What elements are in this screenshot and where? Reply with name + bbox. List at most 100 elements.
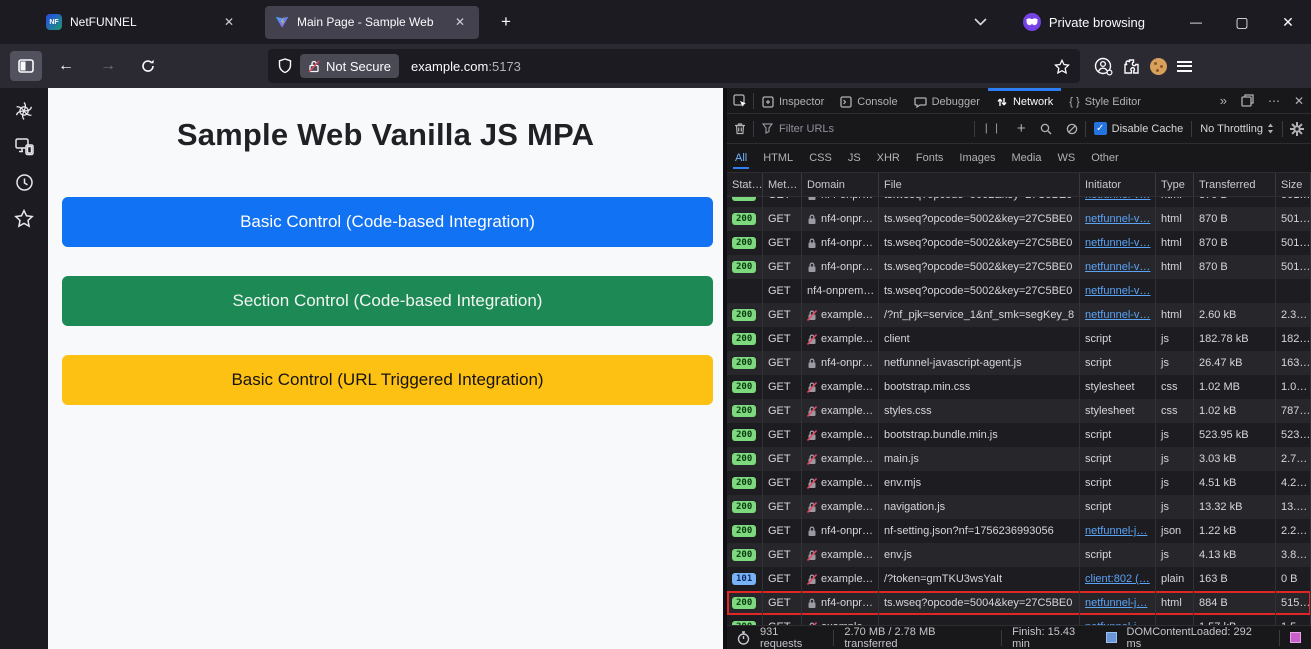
minimize-button[interactable]: —	[1173, 2, 1219, 42]
ai-chatbot-icon[interactable]	[8, 96, 40, 125]
private-browsing-label: Private browsing	[1049, 15, 1145, 30]
cell-status: 200	[727, 423, 763, 447]
filter-js[interactable]: JS	[840, 144, 869, 172]
tab-debugger[interactable]: Debugger	[906, 88, 988, 113]
menu-hamburger-icon[interactable]	[1177, 61, 1192, 72]
cell-initiator: script	[1080, 327, 1156, 351]
network-row[interactable]: 200GETexample.…env.jsscriptjs4.13 kB3.8…	[727, 543, 1311, 567]
column-header[interactable]: Stat…	[727, 173, 763, 196]
filter-other[interactable]: Other	[1083, 144, 1127, 172]
new-tab-button[interactable]: +	[493, 12, 519, 32]
back-button[interactable]: ←	[50, 51, 82, 81]
close-window-button[interactable]: ✕	[1265, 2, 1311, 42]
network-row[interactable]: 200GETexample.…navigation.jsscriptjs13.3…	[727, 495, 1311, 519]
pause-log-icon[interactable]: ❘❘	[975, 123, 1010, 134]
network-row[interactable]: 200GETnf4-onpr…netfunnel-javascript-agen…	[727, 351, 1311, 375]
network-row[interactable]: GETnf4-onprem…ts.wseq?opcode=5002&key=27…	[727, 279, 1311, 303]
column-header[interactable]: Size	[1276, 173, 1311, 196]
reload-button[interactable]	[132, 51, 164, 81]
tab-sample-web[interactable]: Main Page - Sample Web ✕	[265, 6, 479, 39]
basic-control-url-button[interactable]: Basic Control (URL Triggered Integration…	[62, 355, 713, 405]
network-row[interactable]: 200GETexample.…main.jsscriptjs3.03 kB2.7…	[727, 447, 1311, 471]
filter-css[interactable]: CSS	[801, 144, 840, 172]
network-toolbar: Filter URLs ❘❘ + ✓ Disable Cache	[727, 114, 1311, 144]
column-header[interactable]: File	[879, 173, 1080, 196]
cell-status: 200	[727, 255, 763, 279]
extensions-puzzle-icon[interactable]	[1123, 58, 1140, 75]
filter-fonts[interactable]: Fonts	[908, 144, 952, 172]
list-all-tabs-chevron-icon[interactable]	[974, 18, 987, 26]
network-row[interactable]: 200GETnf4-onpr…ts.wseq?opcode=5002&key=2…	[727, 207, 1311, 231]
filter-all[interactable]: All	[727, 144, 755, 172]
column-header[interactable]: Transferred	[1194, 173, 1276, 196]
tab-network[interactable]: Network	[988, 88, 1061, 113]
network-row[interactable]: 200GETexample.…styles.cssstylesheetcss1.…	[727, 399, 1311, 423]
stopwatch-icon[interactable]	[737, 631, 750, 645]
pick-element-icon[interactable]	[727, 88, 753, 113]
security-chip[interactable]: Not Secure	[300, 54, 399, 78]
sidebar-toggle-button[interactable]	[10, 51, 42, 81]
network-row[interactable]: 200GETnf4-onpr…ts.wseq?opcode=5002&key=2…	[727, 197, 1311, 207]
close-devtools-button[interactable]: ✕	[1287, 94, 1311, 108]
network-settings-gear-icon[interactable]	[1283, 122, 1311, 136]
column-header[interactable]: Domain	[802, 173, 879, 196]
more-tabs-chevrons[interactable]: »	[1213, 93, 1234, 108]
initiator-link: netfunnel-j…	[1085, 597, 1147, 609]
network-row[interactable]: 200GETnf4-onpr…ts.wseq?opcode=5002&key=2…	[727, 231, 1311, 255]
filter-xhr[interactable]: XHR	[869, 144, 908, 172]
network-row[interactable]: 200GETexample.…bootstrap.min.cssstyleshe…	[727, 375, 1311, 399]
synced-tabs-icon[interactable]	[8, 132, 40, 161]
network-row-highlighted[interactable]: 200GETnf4-onpr…ts.wseq?opcode=5004&key=2…	[727, 591, 1311, 615]
bookmarks-icon[interactable]	[8, 204, 40, 233]
maximize-button[interactable]: ▢	[1219, 2, 1265, 42]
basic-control-code-button[interactable]: Basic Control (Code-based Integration)	[62, 197, 713, 247]
bookmark-star-icon[interactable]	[1054, 59, 1070, 74]
search-icon[interactable]	[1033, 123, 1059, 135]
tab-inspector[interactable]: Inspector	[754, 88, 832, 113]
filter-media[interactable]: Media	[1003, 144, 1049, 172]
filter-html[interactable]: HTML	[755, 144, 801, 172]
network-row[interactable]: 200GETexample.…env.mjsscriptjs4.51 kB4.2…	[727, 471, 1311, 495]
network-row[interactable]: 200GETexample.…bootstrap.bundle.min.jssc…	[727, 423, 1311, 447]
cell-status: 200	[727, 471, 763, 495]
tab-style-editor[interactable]: { } Style Editor	[1061, 88, 1149, 113]
column-header[interactable]: Type	[1156, 173, 1194, 196]
filter-ws[interactable]: WS	[1049, 144, 1083, 172]
account-icon[interactable]	[1094, 57, 1113, 76]
tab-close-icon[interactable]: ✕	[220, 13, 238, 31]
network-row[interactable]: 200GETexample.…/?nf_pjk=service_1&nf_smk…	[727, 303, 1311, 327]
cell-method: GET	[763, 543, 802, 567]
section-control-code-button[interactable]: Section Control (Code-based Integration)	[62, 276, 713, 326]
checkbox-checked-icon[interactable]: ✓	[1094, 122, 1107, 135]
new-request-plus-icon[interactable]: +	[1010, 120, 1033, 137]
clear-requests-trash-icon[interactable]	[727, 122, 753, 135]
tab-close-icon[interactable]: ✕	[451, 13, 469, 31]
cell-domain: example.…	[802, 375, 879, 399]
responsive-design-mode-icon[interactable]	[1234, 94, 1261, 107]
network-rows: 200GETnf4-onpr…ts.wseq?opcode=5002&key=2…	[727, 197, 1311, 625]
network-row[interactable]: 200GETnf4-onpr…nf-setting.json?nf=175623…	[727, 519, 1311, 543]
shield-icon[interactable]	[278, 58, 292, 74]
tab-console[interactable]: Console	[832, 88, 905, 113]
tab-bar: NF NetFUNNEL ✕ Main Page - Sample Web ✕ …	[0, 0, 1311, 44]
disable-cache-toggle[interactable]: ✓ Disable Cache	[1086, 122, 1192, 135]
history-icon[interactable]	[8, 168, 40, 197]
url-bar[interactable]: Not Secure example.com:5173	[268, 49, 1080, 83]
filter-urls-input[interactable]: Filter URLs	[754, 123, 974, 135]
network-row[interactable]: 101GETexample.…/?token=gmTKU3wsYaItclien…	[727, 567, 1311, 591]
forward-button[interactable]: →	[92, 51, 124, 81]
cookie-extension-icon[interactable]	[1150, 58, 1167, 75]
column-header[interactable]: Met…	[763, 173, 802, 196]
column-header[interactable]: Initiator	[1080, 173, 1156, 196]
cell-type: plain	[1156, 567, 1194, 591]
network-row[interactable]: 200GETexample.…clientscriptjs182.78 kB18…	[727, 327, 1311, 351]
filter-placeholder: Filter URLs	[779, 123, 834, 135]
devtools-meatball-menu[interactable]: ⋯	[1261, 94, 1287, 108]
throttling-select[interactable]: No Throttling	[1192, 123, 1282, 135]
network-row[interactable]: 200GETexample.…netfunnel-j…1.57 kB1.5…	[727, 615, 1311, 625]
cell-type: html	[1156, 591, 1194, 615]
network-row[interactable]: 200GETnf4-onpr…ts.wseq?opcode=5002&key=2…	[727, 255, 1311, 279]
tab-netfunnel[interactable]: NF NetFUNNEL ✕	[36, 6, 248, 39]
filter-images[interactable]: Images	[951, 144, 1003, 172]
block-requests-icon[interactable]	[1059, 123, 1085, 135]
